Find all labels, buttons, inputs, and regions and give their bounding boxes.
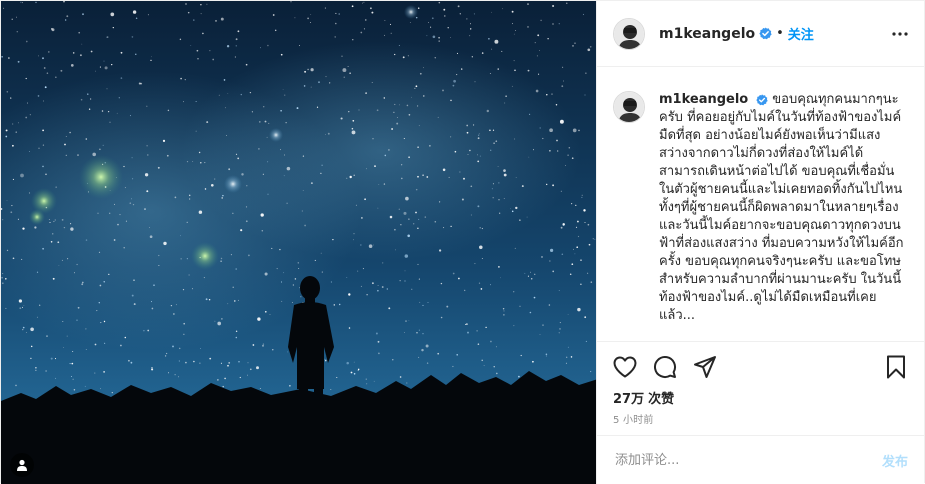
follow-button[interactable]: 关注 [788,24,814,43]
likes-count[interactable]: 27万 次赞 [597,386,924,410]
share-icon[interactable] [685,347,725,387]
timestamp[interactable]: 5 小时前 [597,410,924,436]
comment-icon[interactable] [645,347,685,387]
post-header: m1keangelo • 关注 [597,1,924,67]
caption-row: m1keangelo ขอบคุณทุกคนมากๆนะครับ ที่คอยอ… [613,91,908,325]
comment-form: 发布 [597,436,924,484]
tagged-user-icon[interactable] [10,453,34,477]
caption-section: m1keangelo ขอบคุณทุกคนมากๆนะครับ ที่คอยอ… [597,67,924,342]
post-image[interactable] [1,1,596,484]
bookmark-icon[interactable] [876,347,916,387]
likes-label: 次赞 [648,392,675,407]
caption-avatar[interactable] [613,91,645,123]
verified-badge-icon [759,27,772,40]
separator-dot: • [776,26,784,41]
more-options-icon[interactable] [888,22,912,46]
caption-body: ขอบคุณทุกคนมากๆนะครับ ที่คอยอยู่กับไมค์ใ… [659,92,904,323]
post-dialog: m1keangelo • 关注 m1keangelo ขอบคุณทุกคนมา… [0,0,925,484]
action-bar [597,342,924,386]
comment-input[interactable] [613,451,882,469]
verified-badge-icon [756,93,768,106]
avatar[interactable] [613,17,645,50]
post-comment-button[interactable]: 发布 [882,451,908,470]
post-side-panel: m1keangelo • 关注 m1keangelo ขอบคุณทุกคนมา… [596,1,924,484]
starry-sky-image [1,1,596,484]
heart-icon[interactable] [605,347,645,387]
header-username[interactable]: m1keangelo [659,26,755,42]
caption-text: m1keangelo ขอบคุณทุกคนมากๆนะครับ ที่คอยอ… [659,91,908,325]
caption-username[interactable]: m1keangelo [659,92,748,107]
likes-number: 27万 [613,392,645,407]
